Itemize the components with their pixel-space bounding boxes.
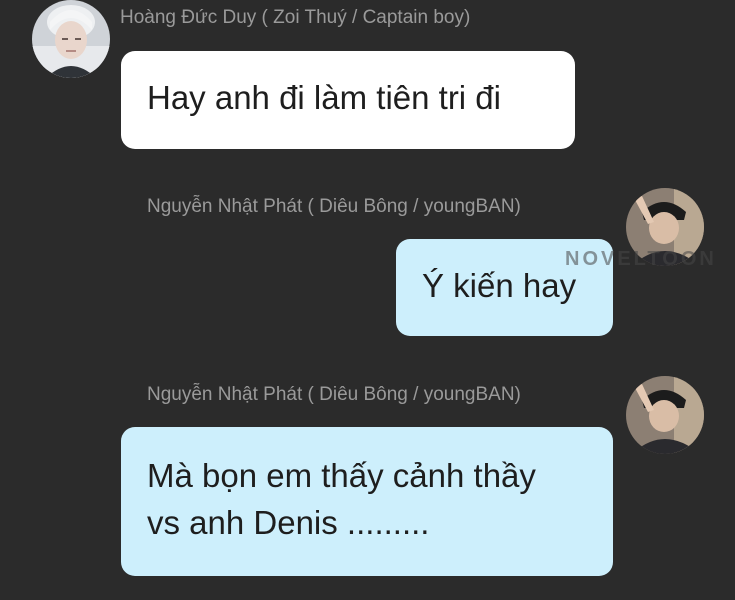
chat-thread: Hoàng Đức Duy ( Zoi Thuý / Captain boy) … <box>0 0 735 600</box>
avatar-image <box>32 0 110 78</box>
sender-name: Nguyễn Nhật Phát ( Diêu Bông / youngBAN) <box>147 384 521 405</box>
message-text: Ý kiến hay <box>422 267 577 304</box>
sender-name: Nguyễn Nhật Phát ( Diêu Bông / youngBAN) <box>147 196 521 217</box>
message-text: Hay anh đi làm tiên tri đi <box>147 79 501 116</box>
avatar-nguyen-nhat-phat[interactable] <box>626 376 704 454</box>
message-text-line: vs anh Denis ......... <box>147 503 430 541</box>
message-text-line: Mà bọn em thấy cảnh thầy <box>147 457 536 494</box>
avatar-hoang-duc-duy[interactable] <box>32 0 110 78</box>
avatar-image <box>626 376 704 454</box>
message-bubble-outgoing[interactable]: Mà bọn em thấy cảnh thầy vs anh Denis ..… <box>121 427 613 576</box>
message-bubble-incoming[interactable]: Hay anh đi làm tiên tri đi <box>121 51 575 149</box>
watermark-logo: NOVELTOON <box>565 248 717 270</box>
sender-name: Hoàng Đức Duy ( Zoi Thuý / Captain boy) <box>120 7 471 28</box>
